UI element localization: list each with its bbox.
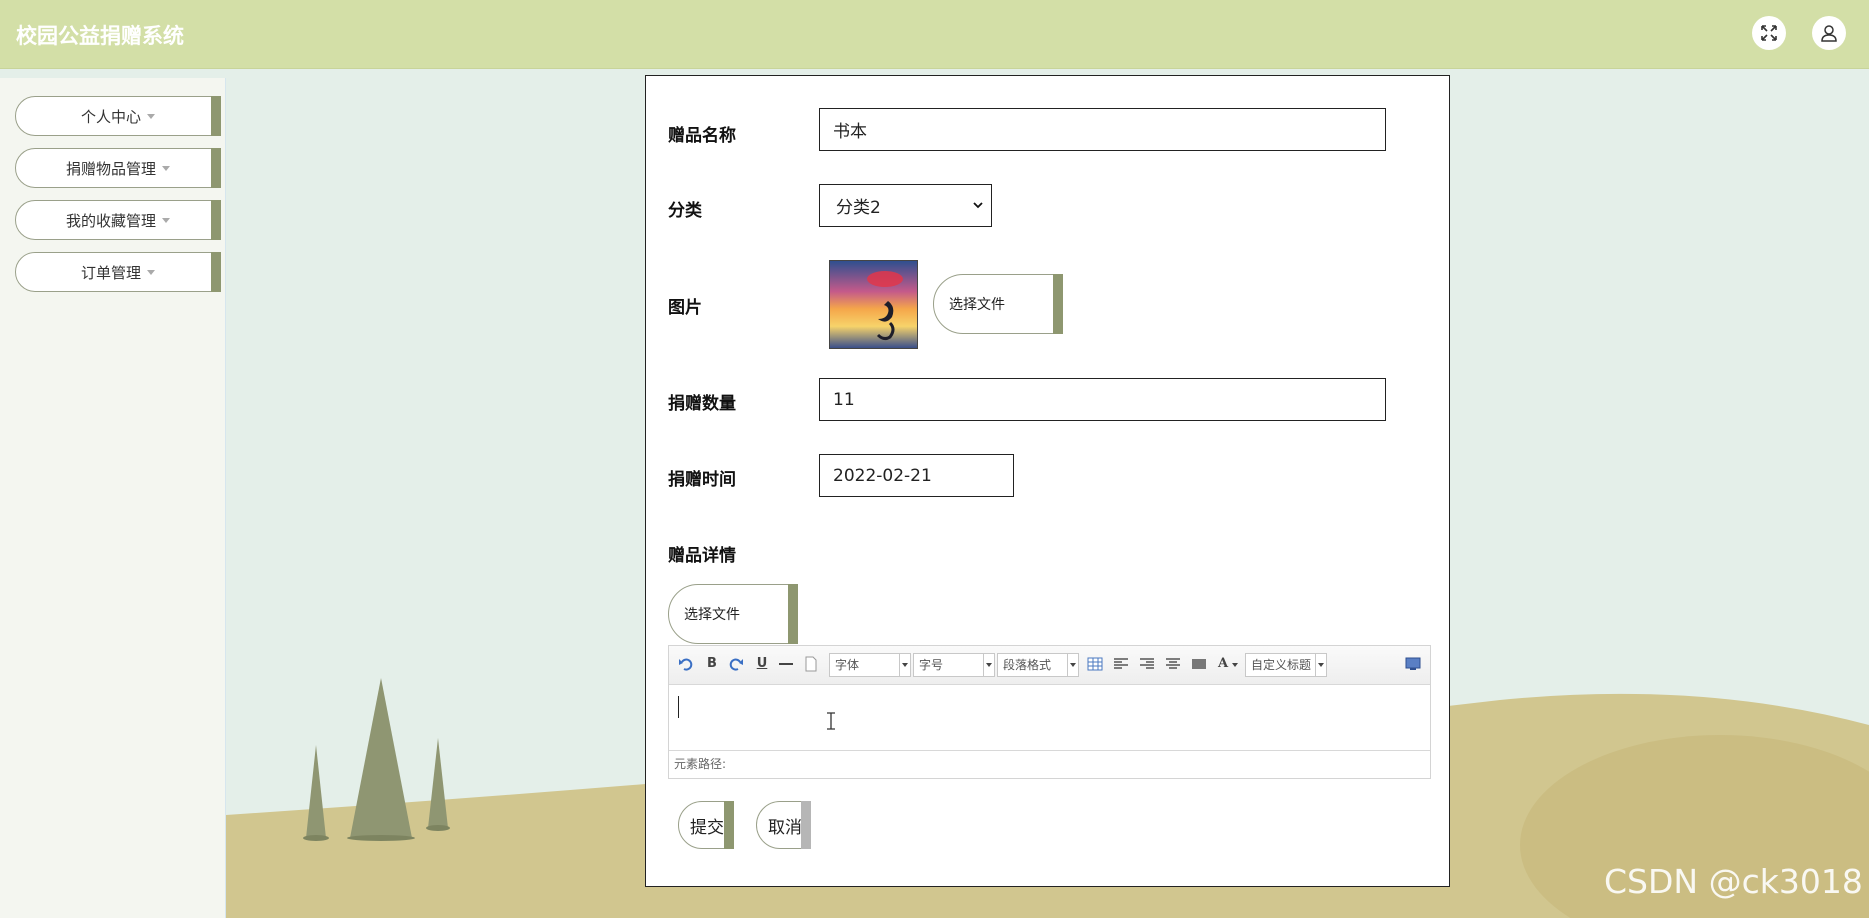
preview-icon[interactable] [1405,656,1421,672]
sidebar-item-label: 捐赠物品管理 [65,159,156,178]
sidebar-item-label: 我的收藏管理 [65,211,156,230]
user-button[interactable] [1812,16,1846,50]
dropdown-arrow-icon [899,654,910,676]
category-label: 分类 [668,201,702,221]
sunset-dolphin-image [830,261,917,348]
cancel-button-label: 取消 [768,817,802,838]
submit-button[interactable]: 提交 [678,801,734,849]
expand-icon [1761,25,1777,41]
i-beam-cursor-icon [827,712,835,730]
font-color-icon[interactable]: A [1215,656,1231,672]
category-selected-value: 分类2 [836,198,881,218]
date-input[interactable] [819,454,1014,497]
quantity-label: 捐赠数量 [668,394,736,414]
fullscreen-button[interactable] [1752,16,1786,50]
detail-file-button-label: 选择文件 [684,607,740,623]
editor-content-area[interactable] [669,684,1430,750]
font-size-combo[interactable]: 字号 [913,653,995,677]
sidebar-item-personal-center[interactable]: 个人中心 [15,96,221,136]
sidebar: 个人中心 捐赠物品管理 我的收藏管理 订单管理 [0,78,226,918]
horizontal-rule-icon[interactable] [778,656,794,672]
sidebar-item-orders[interactable]: 订单管理 [15,252,221,292]
redo-icon[interactable] [728,656,744,672]
donation-form: 赠品名称 分类 分类2 图片 选择文件 [645,75,1450,887]
align-right-icon[interactable] [1139,656,1155,672]
top-bar: 校园公益捐赠系统 [0,0,1869,69]
detail-file-button[interactable]: 选择文件 [668,584,798,644]
submit-button-label: 提交 [690,817,724,838]
bold-icon[interactable]: B [704,656,720,672]
dropdown-arrow-icon [1067,654,1078,676]
font-family-combo[interactable]: 字体 [829,653,911,677]
chevron-down-icon [147,113,155,119]
name-input[interactable] [819,108,1386,151]
quantity-input[interactable] [819,378,1386,421]
font-family-combo-label: 字体 [835,658,860,672]
cancel-button[interactable]: 取消 [756,801,811,849]
image-label: 图片 [668,298,702,318]
dropdown-arrow-icon [1315,654,1326,676]
paragraph-format-combo[interactable]: 段落格式 [997,653,1079,677]
align-center-icon[interactable] [1165,656,1181,672]
underline-icon[interactable]: U [754,656,770,672]
chevron-down-icon [973,202,983,209]
undo-icon[interactable] [678,656,694,672]
sidebar-item-label: 个人中心 [80,107,141,126]
watermark: CSDN @ck3018 [1604,862,1863,901]
category-select[interactable]: 分类2 [819,184,992,227]
paragraph-format-combo-label: 段落格式 [1003,658,1052,672]
custom-title-combo[interactable]: 自定义标题 [1245,653,1327,677]
custom-title-combo-label: 自定义标题 [1251,658,1312,672]
detail-label: 赠品详情 [668,546,736,566]
align-left-icon[interactable] [1113,656,1129,672]
rich-text-editor: B U 字体 字号 段落格式 A 自定义标题 元素路径: [668,645,1431,779]
sidebar-item-donation-items[interactable]: 捐赠物品管理 [15,148,221,188]
chevron-down-icon [162,165,170,171]
align-justify-icon[interactable] [1191,656,1207,672]
chevron-down-icon [162,217,170,223]
user-icon [1821,25,1837,42]
image-file-button[interactable]: 选择文件 [933,274,1063,334]
sidebar-item-label: 订单管理 [80,263,141,282]
name-label: 赠品名称 [668,126,736,146]
sidebar-item-favorites[interactable]: 我的收藏管理 [15,200,221,240]
date-label: 捐赠时间 [668,470,736,490]
editor-element-path: 元素路径: [669,750,1430,778]
image-thumbnail [829,260,918,349]
chevron-down-icon [147,269,155,275]
editor-toolbar: B U 字体 字号 段落格式 A 自定义标题 [669,646,1430,685]
app-title: 校园公益捐赠系统 [16,24,184,48]
table-icon[interactable] [1087,656,1103,672]
image-file-button-label: 选择文件 [949,297,1005,313]
text-cursor [678,696,679,718]
dropdown-arrow-icon [983,654,994,676]
font-size-combo-label: 字号 [919,658,944,672]
font-color-dropdown-icon[interactable] [1231,656,1239,672]
new-document-icon[interactable] [803,656,819,672]
